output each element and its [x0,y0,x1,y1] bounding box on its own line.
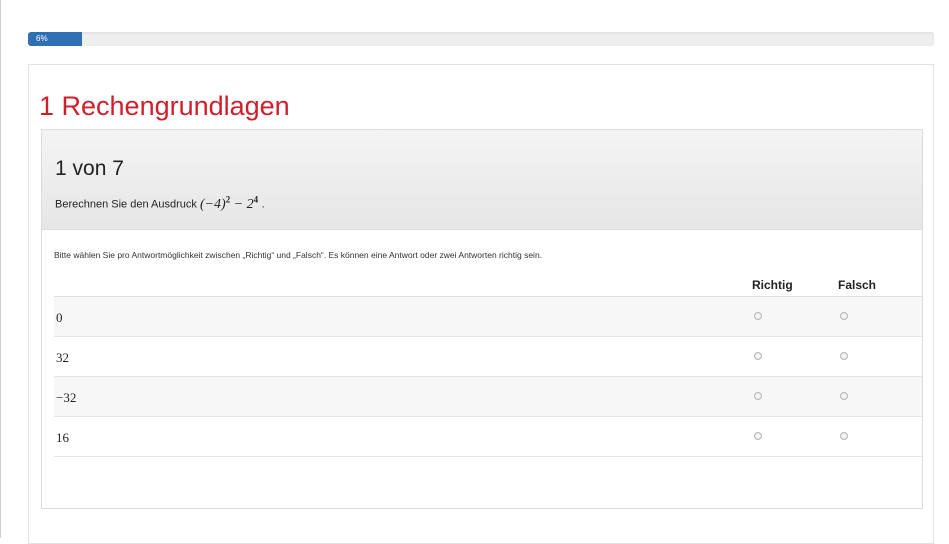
question-text: Berechnen Sie den Ausdruck (−4)2 − 24 . [55,194,265,213]
answer-label: 16 [56,430,69,445]
radio-richtig[interactable] [754,312,762,320]
column-header-richtig: Richtig [752,278,793,292]
expression-base: (−4) [199,196,226,212]
quiz-container: 1 Rechengrundlagen 1 von 7 Berechnen Sie… [28,64,934,544]
radio-falsch[interactable] [840,312,848,320]
answer-label: −32 [56,390,77,405]
column-header-falsch: Falsch [838,278,877,292]
radio-falsch[interactable] [840,432,848,440]
progress-bar-fill: 6% [28,32,83,46]
expression-minus: − 2 [230,196,254,212]
radio-falsch[interactable] [840,352,848,360]
chapter-title: 1 Rechengrundlagen [39,91,290,121]
answer-label: 0 [56,310,63,325]
answer-label: 32 [56,350,69,365]
radio-richtig[interactable] [754,432,762,440]
radio-falsch[interactable] [840,392,848,400]
answer-instruction: Bitte wählen Sie pro Antwortmöglichkeit … [54,250,543,260]
question-prompt: Berechnen Sie den Ausdruck [55,198,197,211]
answer-row: 0 [54,297,922,337]
answer-row: −32 [54,377,922,417]
question-expression: (−4)2 − 24 [199,194,262,212]
answer-row: 32 [54,337,922,377]
expression-exponent-2: 4 [253,194,259,204]
expression-end: . [261,198,265,211]
radio-richtig[interactable] [754,392,762,400]
answer-table: 0 32 −32 16 [54,296,922,457]
progress-label: 6% [36,34,48,43]
question-header: 1 von 7 Berechnen Sie den Ausdruck (−4)2… [42,130,922,230]
radio-richtig[interactable] [754,352,762,360]
progress-bar-track: 6% [28,32,934,46]
question-counter: 1 von 7 [55,157,124,180]
answer-row: 16 [54,417,922,457]
question-card: 1 von 7 Berechnen Sie den Ausdruck (−4)2… [41,129,923,509]
